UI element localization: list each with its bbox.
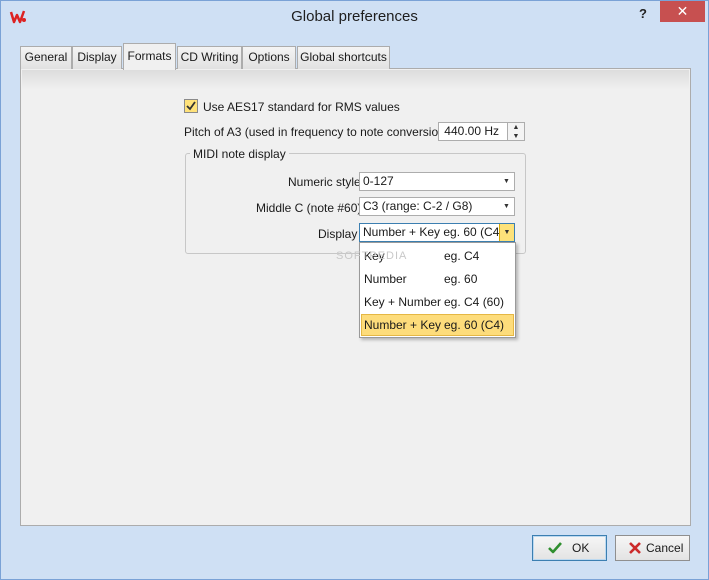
- midi-group-title: MIDI note display: [190, 147, 289, 161]
- tab-general[interactable]: General: [20, 46, 72, 69]
- watermark: SOFTPEDIA: [336, 250, 408, 262]
- spin-up-icon[interactable]: ▲: [508, 123, 524, 132]
- tab-display[interactable]: Display: [72, 46, 122, 69]
- title-bar: Global preferences ? ✕: [1, 1, 708, 33]
- window-title: Global preferences: [291, 8, 418, 25]
- spin-down-icon[interactable]: ▼: [508, 132, 524, 141]
- close-x-icon: [629, 542, 641, 554]
- dropdown-option-key-number[interactable]: Key + Number eg. C4 (60): [361, 291, 514, 313]
- tab-cd-writing[interactable]: CD Writing: [177, 46, 242, 69]
- chevron-down-icon[interactable]: ▼: [499, 173, 514, 190]
- checkmark-icon: [186, 101, 196, 111]
- help-button[interactable]: ?: [635, 6, 651, 22]
- dropdown-option-number-key[interactable]: Number + Key eg. 60 (C4): [361, 314, 514, 336]
- ok-button-label: OK: [572, 541, 590, 555]
- close-button[interactable]: ✕: [660, 1, 705, 22]
- numeric-style-label: Numeric style: [288, 175, 361, 189]
- aes17-label: Use AES17 standard for RMS values: [203, 100, 400, 114]
- pitch-label: Pitch of A3 (used in frequency to note c…: [184, 125, 455, 139]
- dropdown-option-number[interactable]: Number eg. 60: [361, 268, 514, 290]
- numeric-style-select[interactable]: 0-127 ▼: [359, 172, 515, 191]
- pitch-spinner[interactable]: ▲ ▼: [508, 122, 525, 141]
- chevron-down-icon[interactable]: ▼: [499, 224, 514, 241]
- middle-c-select[interactable]: C3 (range: C-2 / G8) ▼: [359, 197, 515, 216]
- chevron-down-icon[interactable]: ▼: [499, 198, 514, 215]
- tab-global-shortcuts[interactable]: Global shortcuts: [297, 46, 390, 69]
- tab-options[interactable]: Options: [242, 46, 296, 69]
- display-select[interactable]: Number + Key eg. 60 (C4) ▼: [359, 223, 515, 242]
- tab-formats[interactable]: Formats: [123, 43, 176, 70]
- display-value: Number + Key eg. 60 (C4): [363, 225, 504, 239]
- aes17-checkbox[interactable]: [184, 99, 198, 113]
- checkmark-icon: [548, 542, 562, 554]
- pitch-input[interactable]: 440.00 Hz: [438, 122, 508, 141]
- middle-c-value: C3 (range: C-2 / G8): [363, 199, 473, 213]
- numeric-style-value: 0-127: [363, 174, 394, 188]
- display-label: Display: [318, 227, 358, 241]
- preferences-window: Global preferences ? ✕ General Display F…: [0, 0, 709, 580]
- cancel-button-label: Cancel: [646, 541, 684, 555]
- middle-c-label: Middle C (note #60): [256, 201, 362, 215]
- cancel-button[interactable]: Cancel: [615, 535, 690, 561]
- ok-button[interactable]: OK: [532, 535, 607, 561]
